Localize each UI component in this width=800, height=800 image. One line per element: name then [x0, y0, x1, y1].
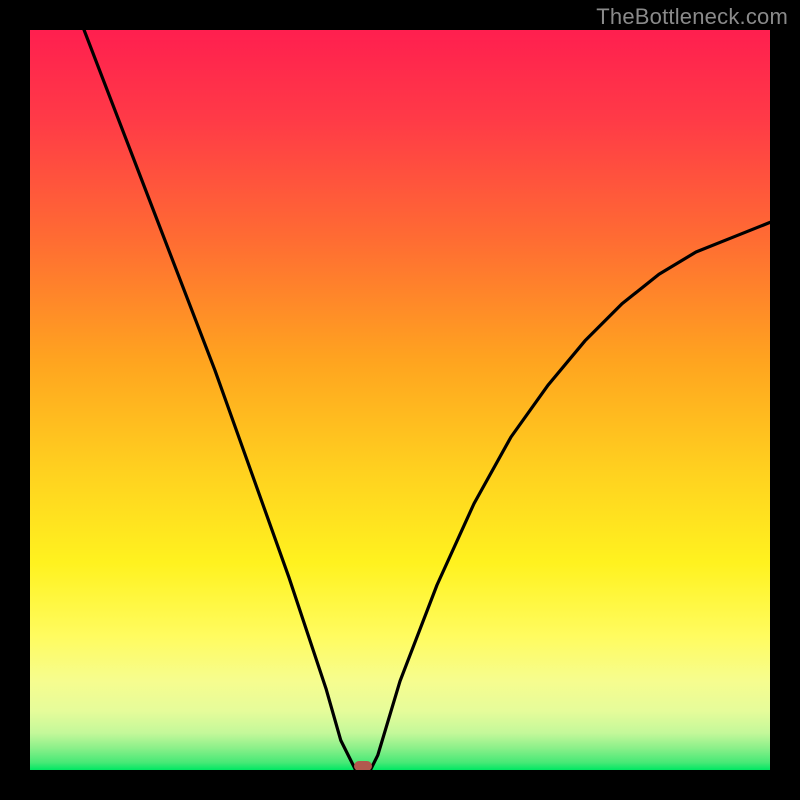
- watermark-text: TheBottleneck.com: [596, 4, 788, 30]
- bottleneck-curve: [30, 30, 770, 770]
- chart-frame: TheBottleneck.com: [0, 0, 800, 800]
- plot-area: [30, 30, 770, 770]
- minimum-marker: [354, 761, 372, 770]
